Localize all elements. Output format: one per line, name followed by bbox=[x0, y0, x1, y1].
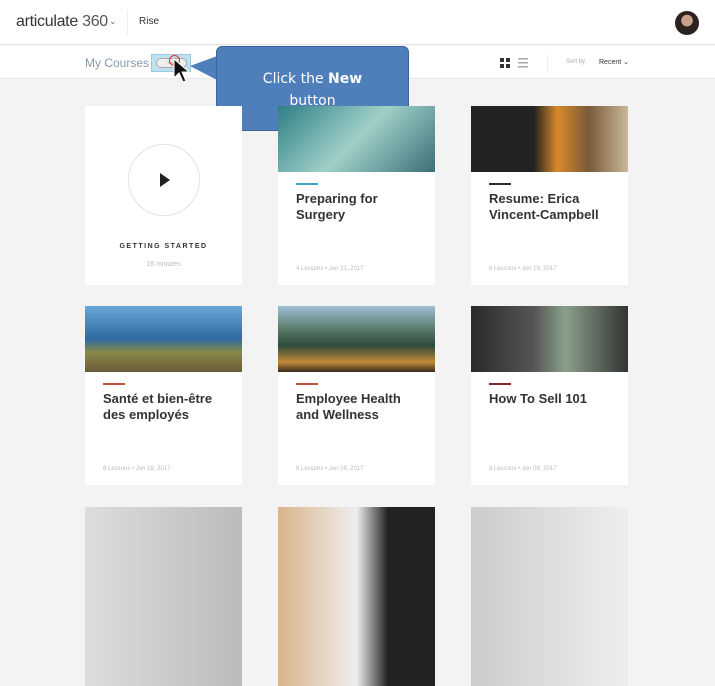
course-title: Resume: Erica Vincent-Campbell bbox=[489, 191, 599, 222]
course-card[interactable] bbox=[471, 507, 628, 686]
divider bbox=[127, 10, 128, 35]
logo-text: articulate bbox=[16, 13, 78, 30]
course-card[interactable]: Resume: Erica Vincent-Campbell 6 Lessons… bbox=[471, 106, 628, 285]
play-icon[interactable] bbox=[128, 144, 200, 216]
course-image bbox=[85, 306, 242, 372]
accent-line bbox=[296, 183, 318, 185]
logo-number: 360 bbox=[82, 13, 108, 30]
callout-pointer bbox=[190, 56, 217, 80]
callout-text: Click the bbox=[262, 71, 329, 87]
page-title: My Courses bbox=[85, 56, 150, 70]
cursor-icon bbox=[173, 58, 191, 83]
sort-value: Recent bbox=[599, 59, 622, 66]
app-link-rise[interactable]: Rise bbox=[139, 16, 159, 27]
accent-line bbox=[489, 383, 511, 385]
sort-label: Sort by: bbox=[566, 59, 587, 65]
course-meta: 8 Lessons • Jun 08, 2017 bbox=[489, 466, 557, 472]
course-meta: 8 Lessons • Jun 08, 2017 bbox=[296, 466, 364, 472]
course-image bbox=[471, 306, 628, 372]
course-title: Santé et bien-être des employés bbox=[103, 391, 213, 422]
course-card[interactable] bbox=[278, 507, 435, 686]
avatar[interactable] bbox=[675, 11, 699, 35]
course-meta: 6 Lessons • Jun 19, 2017 bbox=[103, 466, 171, 472]
card-duration: 18 minutes bbox=[146, 261, 181, 268]
grid-view-icon[interactable] bbox=[500, 58, 510, 68]
course-title: Employee Health and Wellness bbox=[296, 391, 401, 422]
course-title: How To Sell 101 bbox=[489, 391, 588, 406]
accent-line bbox=[103, 383, 125, 385]
top-bar: articulate 360 ⌄ Rise bbox=[0, 0, 715, 45]
divider bbox=[547, 54, 548, 72]
course-card[interactable]: Santé et bien-être des employés 6 Lesson… bbox=[85, 306, 242, 485]
course-meta: 4 Lessons • Jun 21, 2017 bbox=[296, 266, 364, 272]
course-card[interactable]: How To Sell 101 8 Lessons • Jun 08, 2017 bbox=[471, 306, 628, 485]
articulate-logo[interactable]: articulate 360 bbox=[16, 13, 108, 31]
course-card[interactable] bbox=[85, 507, 242, 686]
course-card[interactable]: Preparing for Surgery 4 Lessons • Jun 21… bbox=[278, 106, 435, 285]
course-meta: 6 Lessons • Jun 19, 2017 bbox=[489, 266, 557, 272]
course-title: Preparing for Surgery bbox=[296, 191, 378, 222]
list-view-icon[interactable] bbox=[518, 58, 528, 68]
chevron-down-icon[interactable]: ⌄ bbox=[109, 16, 117, 27]
course-card[interactable]: Employee Health and Wellness 8 Lessons •… bbox=[278, 306, 435, 485]
card-title: GETTING STARTED bbox=[119, 243, 208, 250]
sort-dropdown[interactable]: Recent ⌄ bbox=[599, 58, 629, 66]
course-image bbox=[471, 106, 628, 172]
course-image bbox=[278, 106, 435, 172]
callout-bold: New bbox=[328, 71, 363, 87]
accent-line bbox=[296, 383, 318, 385]
getting-started-card[interactable]: GETTING STARTED 18 minutes bbox=[85, 106, 242, 285]
accent-line bbox=[489, 183, 511, 185]
course-image bbox=[278, 306, 435, 372]
